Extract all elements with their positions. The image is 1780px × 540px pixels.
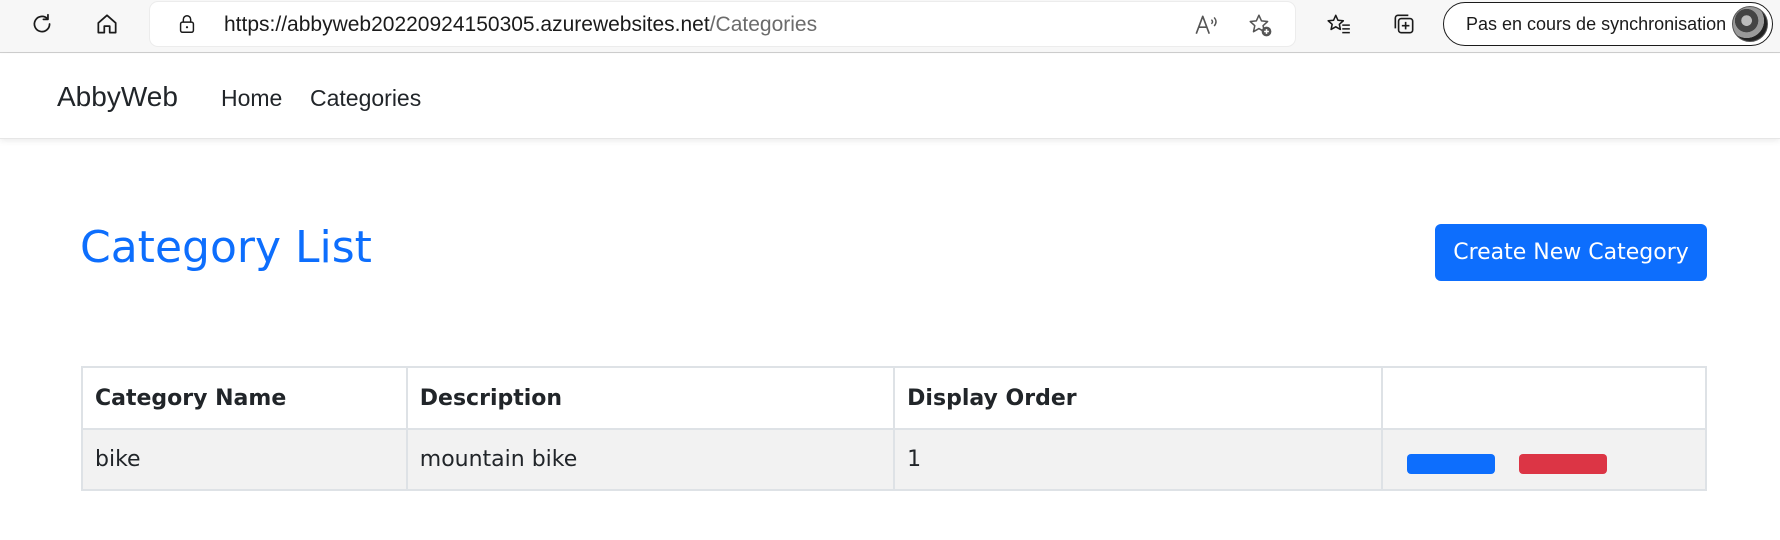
read-aloud-button[interactable] <box>1192 11 1220 39</box>
avatar <box>1732 6 1768 42</box>
collections-icon <box>1394 14 1414 34</box>
home-button[interactable] <box>85 4 129 44</box>
lock-icon[interactable] <box>176 13 198 35</box>
category-table: Category Name Description Display Order … <box>81 366 1708 491</box>
url-path: /Categories <box>709 13 818 36</box>
table-row: bike mountain bike 1 <box>81 428 1708 491</box>
page-title: Category List <box>80 222 372 273</box>
nav-link-categories[interactable]: Categories <box>310 85 421 112</box>
favorites-button[interactable] <box>1317 4 1361 44</box>
site-navbar: AbbyWeb Home Categories <box>0 54 1780 139</box>
address-bar[interactable]: https://abbyweb20220924150305.azurewebsi… <box>150 2 1295 46</box>
nav-link-home[interactable]: Home <box>221 85 282 112</box>
column-header-actions <box>1380 366 1708 430</box>
cell-actions <box>1380 428 1708 491</box>
brand-logo[interactable]: AbbyWeb <box>57 81 178 113</box>
read-aloud-icon <box>1195 15 1217 34</box>
column-header-category-name: Category Name <box>81 366 408 430</box>
cell-description: mountain bike <box>405 428 896 491</box>
create-category-button[interactable]: Create New Category <box>1435 224 1707 281</box>
sync-status-label: Pas en cours de synchronisation <box>1466 14 1727 34</box>
refresh-icon <box>33 13 51 33</box>
delete-button[interactable] <box>1518 454 1607 474</box>
url-text[interactable]: https://abbyweb20220924150305.azurewebsi… <box>224 13 817 37</box>
cell-display-order: 1 <box>893 428 1383 491</box>
browser-toolbar: https://abbyweb20220924150305.azurewebsi… <box>0 0 1780 53</box>
column-header-description: Description <box>405 366 896 430</box>
add-favorite-icon <box>1249 14 1272 37</box>
add-favorite-button[interactable] <box>1246 11 1274 39</box>
url-main: https://abbyweb20220924150305.azurewebsi… <box>224 13 710 36</box>
profile-sync-button[interactable]: Pas en cours de synchronisation <box>1443 2 1773 46</box>
favorites-icon <box>1327 14 1350 34</box>
cell-category-name: bike <box>81 428 408 491</box>
refresh-button[interactable] <box>20 4 64 44</box>
column-header-display-order: Display Order <box>893 366 1383 430</box>
edit-button[interactable] <box>1406 454 1495 474</box>
collections-button[interactable] <box>1382 4 1426 44</box>
table-header-row: Category Name Description Display Order <box>81 366 1708 430</box>
home-icon <box>97 14 117 34</box>
